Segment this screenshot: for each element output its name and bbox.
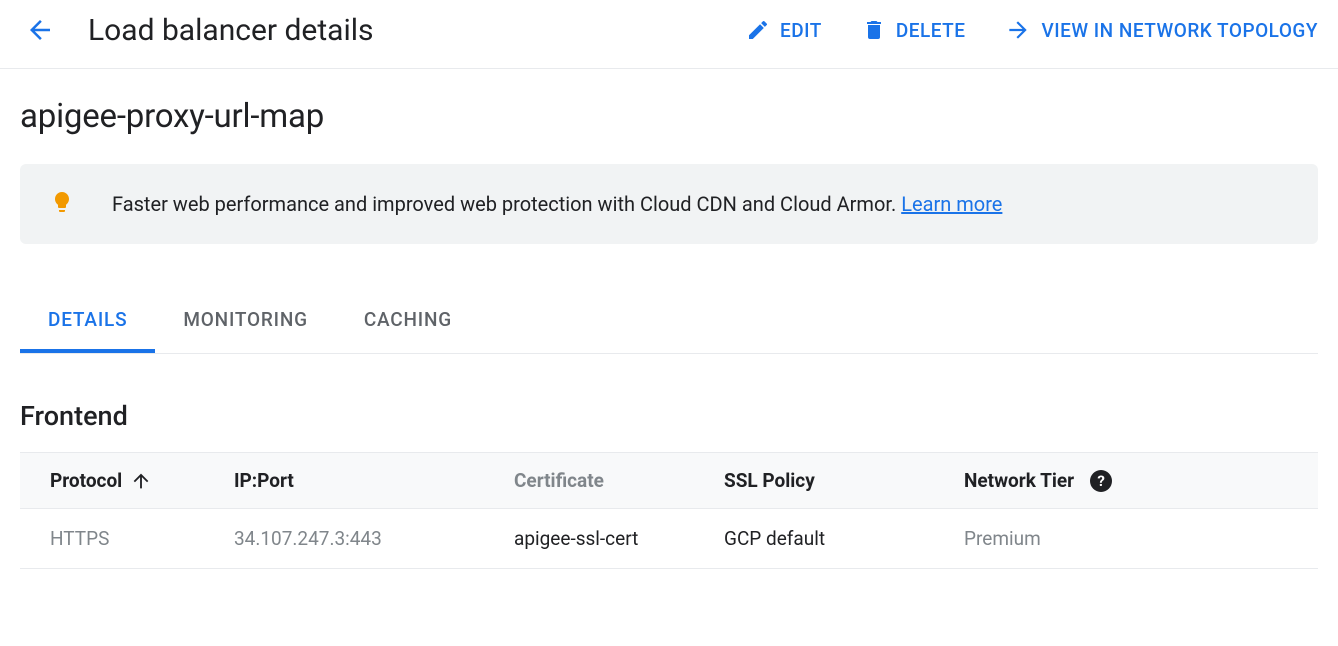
frontend-table: Protocol IP:Port Certificate SSL Policy [20,452,1318,569]
header-actions: EDIT DELETE VIEW IN NETWORK TOPOLOGY [746,17,1318,43]
topbar: Load balancer details EDIT DELETE VIEW I… [0,0,1338,69]
column-certificate[interactable]: Certificate [500,453,710,509]
cell-ssl-policy: GCP default [710,509,950,569]
column-network-tier[interactable]: Network Tier ? [950,453,1318,509]
learn-more-link[interactable]: Learn more [901,192,1002,216]
column-certificate-label: Certificate [514,469,604,492]
topology-label: VIEW IN NETWORK TOPOLOGY [1041,19,1318,42]
column-ssl-policy[interactable]: SSL Policy [710,453,950,509]
page-title: Load balancer details [88,13,374,48]
column-ssl-policy-label: SSL Policy [724,469,815,492]
sort-ascending-icon [130,470,152,492]
info-banner: Faster web performance and improved web … [20,164,1318,244]
tabs: DETAILS MONITORING CACHING [20,292,1318,354]
table-row: HTTPS 34.107.247.3:443 apigee-ssl-cert G… [20,509,1318,569]
column-protocol-label: Protocol [50,469,122,492]
help-icon[interactable]: ? [1090,470,1112,492]
banner-message: Faster web performance and improved web … [112,192,901,216]
banner-text: Faster web performance and improved web … [112,190,1002,218]
tab-caching[interactable]: CACHING [336,292,480,353]
delete-label: DELETE [896,19,966,42]
lightbulb-icon [50,190,74,218]
edit-button[interactable]: EDIT [746,17,822,43]
delete-button[interactable]: DELETE [862,17,966,43]
view-topology-button[interactable]: VIEW IN NETWORK TOPOLOGY [1005,17,1318,43]
arrow-left-icon [25,15,55,45]
column-protocol[interactable]: Protocol [20,453,220,509]
table-header-row: Protocol IP:Port Certificate SSL Policy [20,453,1318,509]
frontend-heading: Frontend [20,400,1318,432]
column-ip-port-label: IP:Port [234,469,294,492]
edit-label: EDIT [780,19,822,42]
back-button[interactable] [20,10,60,50]
pencil-icon [746,18,770,42]
content: apigee-proxy-url-map Faster web performa… [0,69,1338,589]
cell-certificate: apigee-ssl-cert [500,509,710,569]
cell-ip-port: 34.107.247.3:443 [220,509,500,569]
cell-network-tier: Premium [950,509,1318,569]
cell-protocol: HTTPS [20,509,220,569]
trash-icon [862,18,886,42]
tab-details[interactable]: DETAILS [20,292,155,353]
arrow-right-icon [1005,17,1031,43]
resource-name: apigee-proxy-url-map [20,97,1318,136]
tab-monitoring[interactable]: MONITORING [155,292,335,353]
column-ip-port[interactable]: IP:Port [220,453,500,509]
column-network-tier-label: Network Tier [964,469,1074,492]
